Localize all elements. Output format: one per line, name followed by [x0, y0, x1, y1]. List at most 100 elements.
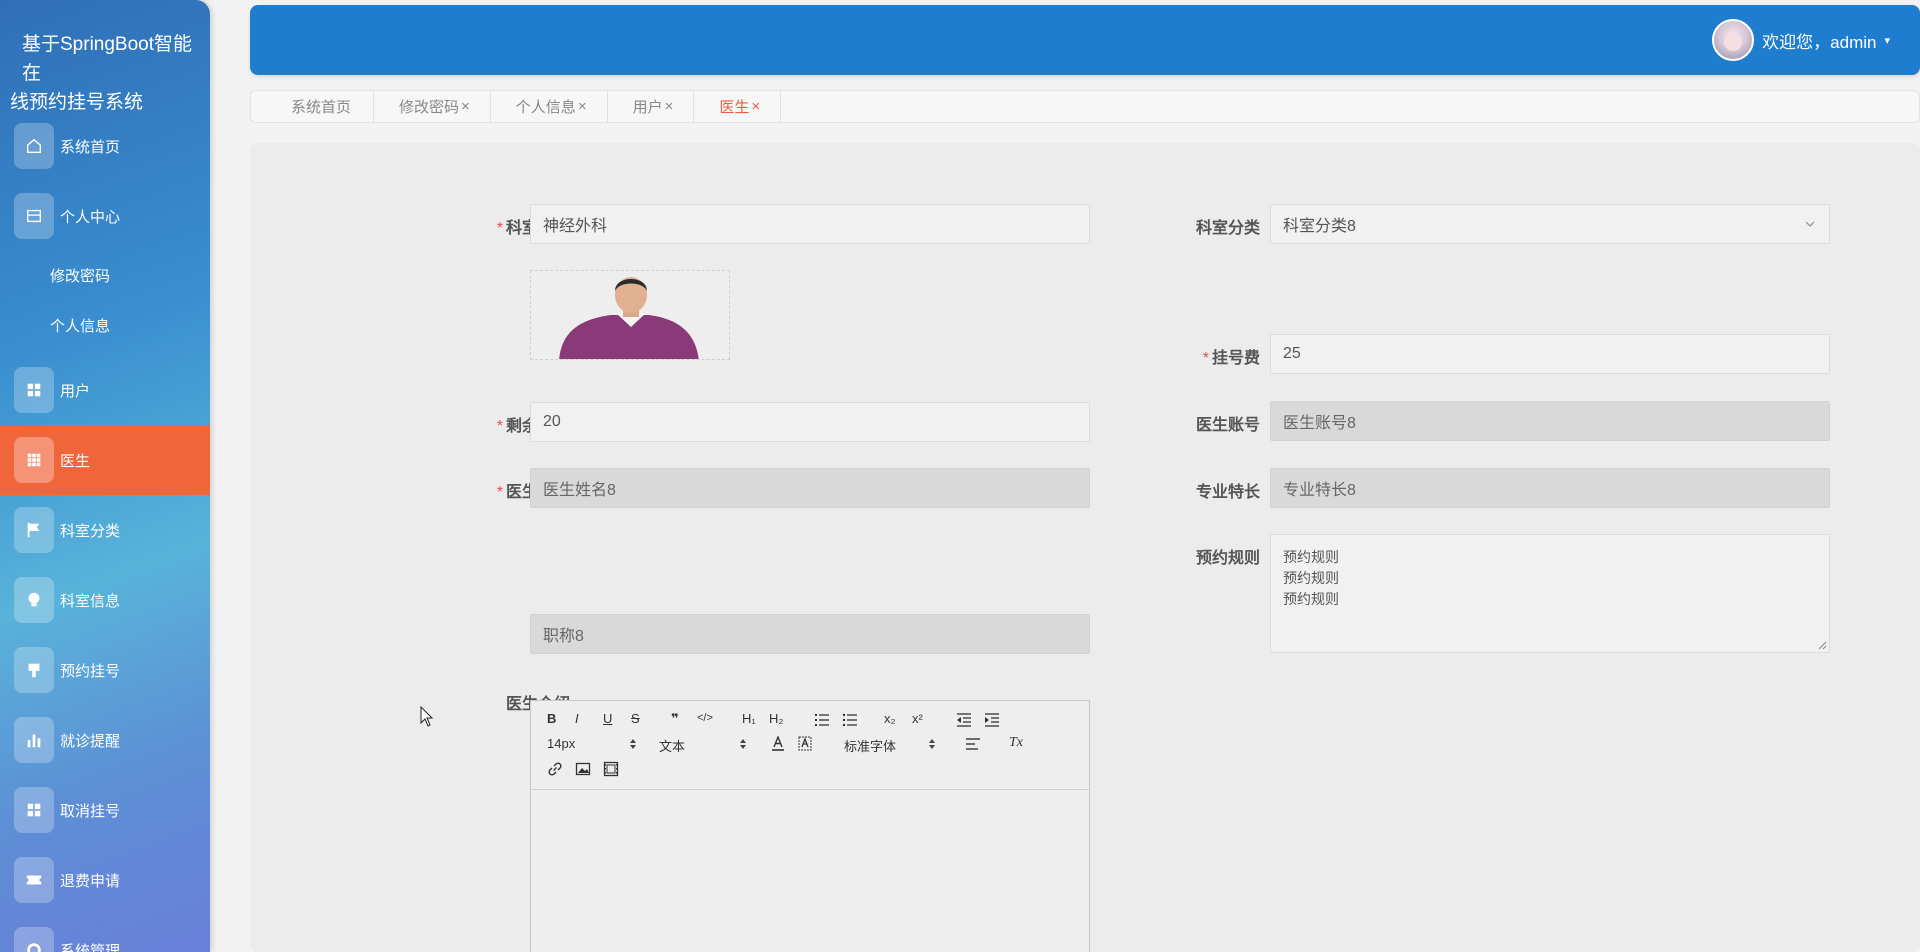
- app-brand: 基于SpringBoot智能在 线预约挂号系统: [0, 0, 210, 113]
- sidebar-item-appointment[interactable]: 预约挂号: [0, 635, 210, 705]
- grid9-icon: [27, 453, 41, 467]
- sidebar-item-home[interactable]: 系统首页: [0, 111, 210, 181]
- close-icon[interactable]: ×: [578, 98, 587, 115]
- doctor-account-label-text: 医生账号: [1195, 417, 1260, 434]
- required-mark: *: [496, 484, 503, 501]
- user-menu[interactable]: 欢迎您，admin ▾: [1712, 19, 1890, 61]
- avatar-upload[interactable]: [530, 270, 730, 360]
- align-left-icon[interactable]: [965, 738, 981, 750]
- chevron-down-icon: [1805, 221, 1815, 227]
- strike-button[interactable]: S: [631, 711, 640, 726]
- text-type-value: 文本: [659, 739, 686, 754]
- code-block-button[interactable]: </>: [697, 712, 713, 724]
- sidebar-item-refund[interactable]: 退费申请: [0, 845, 210, 915]
- dept-name-input[interactable]: 神经外科: [530, 204, 1090, 244]
- required-mark: *: [496, 220, 503, 237]
- tab-label: 系统首页: [291, 99, 352, 116]
- link-icon[interactable]: [547, 761, 563, 777]
- gear-icon: [27, 943, 41, 952]
- superscript-button[interactable]: x²: [912, 711, 923, 726]
- avatar: [1712, 19, 1755, 61]
- sidebar-subitem-change-password[interactable]: 修改密码: [0, 255, 210, 295]
- outdent-icon[interactable]: [956, 713, 972, 727]
- clear-format-button[interactable]: Tx: [1009, 735, 1023, 751]
- ordered-list-icon[interactable]: [814, 713, 830, 727]
- subscript-button[interactable]: x₂: [884, 711, 896, 726]
- chevron-down-icon: ▾: [1884, 34, 1890, 47]
- font-family-value: 标准字体: [844, 739, 897, 754]
- header1-button[interactable]: H₁: [742, 711, 756, 726]
- close-icon[interactable]: ×: [751, 98, 760, 115]
- title-value: 职称8: [543, 628, 584, 645]
- mouse-cursor-icon: [420, 706, 434, 727]
- bullet-list-icon[interactable]: [842, 713, 858, 727]
- dept-category-select[interactable]: 科室分类8: [1270, 204, 1830, 244]
- tab-users[interactable]: 用户 ×: [608, 91, 695, 122]
- sidebar-subitem-personal-info[interactable]: 个人信息: [0, 305, 210, 345]
- close-icon[interactable]: ×: [665, 98, 674, 115]
- tab-label: 医生: [719, 99, 750, 116]
- font-family-select[interactable]: 标准字体: [844, 736, 936, 755]
- doctor-photo: [559, 277, 699, 359]
- welcome-text: 欢迎您，admin: [1762, 32, 1877, 52]
- specialty-label-text: 专业特长: [1195, 484, 1260, 501]
- sidebar-item-dept-category[interactable]: 科室分类: [0, 495, 210, 565]
- rules-line: 预约规则: [1283, 549, 1339, 565]
- font-color-icon[interactable]: [771, 736, 785, 752]
- tab-home[interactable]: 系统首页: [266, 91, 375, 122]
- blockquote-button[interactable]: ❞: [671, 711, 679, 727]
- indent-icon[interactable]: [984, 713, 1000, 727]
- select-arrows-icon: [630, 739, 636, 749]
- sidebar-item-users[interactable]: 用户: [0, 355, 210, 425]
- bulb-icon-box: [14, 577, 54, 623]
- sidebar-item-dept-info[interactable]: 科室信息: [0, 565, 210, 635]
- font-size-value: 14px: [547, 736, 576, 751]
- grid-icon-box: [14, 367, 54, 413]
- doctor-account-input: 医生账号8: [1270, 401, 1830, 441]
- tab-personal-info[interactable]: 个人信息 ×: [491, 91, 608, 122]
- font-size-select[interactable]: 14px: [547, 736, 637, 751]
- underline-button[interactable]: U: [603, 711, 612, 726]
- video-icon[interactable]: [603, 761, 619, 777]
- ticket-icon: [26, 875, 42, 885]
- sidebar-item-cancel[interactable]: 取消挂号: [0, 775, 210, 845]
- doctor-account-value: 医生账号8: [1283, 415, 1356, 432]
- tab-doctors[interactable]: 医生 ×: [694, 91, 782, 122]
- bold-button[interactable]: B: [547, 711, 556, 726]
- sidebar: 基于SpringBoot智能在 线预约挂号系统 系统首页 个人中心 修改密码 个…: [0, 0, 210, 952]
- sidebar-item-label: 医生: [60, 452, 91, 470]
- intro-rich-editor: B I U S ❞ </> H₁ H₂ x₂ x² 14px 文本 标准字体 T…: [530, 700, 1090, 952]
- select-arrows-icon: [740, 739, 746, 749]
- tab-change-password[interactable]: 修改密码 ×: [374, 91, 491, 122]
- fee-label-text: 挂号费: [1211, 350, 1260, 367]
- bulb-icon: [28, 592, 40, 607]
- sidebar-item-system[interactable]: 系统管理: [0, 915, 210, 952]
- header2-button[interactable]: H₂: [769, 711, 783, 726]
- resize-handle-icon[interactable]: [1817, 640, 1827, 650]
- editor-content-area[interactable]: [531, 790, 1089, 952]
- sidebar-item-label: 系统管理: [60, 942, 121, 952]
- fee-input[interactable]: 25: [1270, 334, 1830, 374]
- image-icon[interactable]: [575, 761, 591, 777]
- text-type-select[interactable]: 文本: [659, 736, 747, 755]
- rules-label: 预约规则: [1150, 544, 1260, 568]
- title-input: 职称8: [530, 614, 1090, 654]
- remaining-value: 20: [543, 413, 561, 430]
- brush-icon-box: [14, 647, 54, 693]
- sidebar-item-doctors[interactable]: 医生: [0, 425, 210, 495]
- doctor-name-value: 医生姓名8: [543, 482, 616, 499]
- specialty-label: 专业特长: [1150, 478, 1260, 502]
- background-color-icon[interactable]: [798, 736, 812, 752]
- rules-textarea[interactable]: 预约规则 预约规则 预约规则: [1270, 534, 1830, 653]
- card-icon: [27, 209, 41, 223]
- flag-icon: [27, 522, 40, 538]
- sidebar-item-reminder[interactable]: 就诊提醒: [0, 705, 210, 775]
- dept-category-label-text: 科室分类: [1195, 220, 1260, 237]
- sidebar-item-personal-center[interactable]: 个人中心: [0, 181, 210, 251]
- bar-chart-icon: [27, 734, 41, 748]
- dept-name-value: 神经外科: [543, 218, 608, 235]
- doctor-account-label: 医生账号: [1150, 411, 1260, 435]
- remaining-input[interactable]: 20: [530, 402, 1090, 442]
- close-icon[interactable]: ×: [461, 98, 470, 115]
- italic-button[interactable]: I: [575, 711, 579, 726]
